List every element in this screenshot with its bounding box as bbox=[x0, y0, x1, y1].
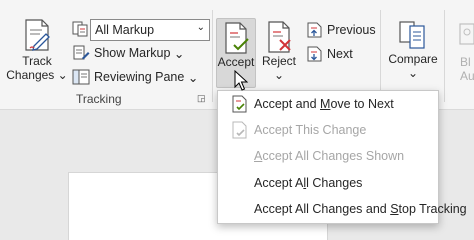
group-separator bbox=[380, 10, 381, 102]
next-change-icon bbox=[307, 46, 322, 62]
menu-item-accept-all-changes-shown[interactable]: Accept All Changes Shown bbox=[218, 143, 440, 169]
menu-item-accept-this-change[interactable]: Accept This Change bbox=[218, 117, 440, 143]
reject-button[interactable]: Reject ⌄ bbox=[260, 18, 298, 88]
show-markup-label: Show Markup bbox=[94, 46, 171, 60]
reject-icon bbox=[268, 21, 291, 53]
display-for-review-icon bbox=[72, 21, 88, 37]
block-authors-label-line1: Bl bbox=[460, 55, 471, 69]
block-authors-label-line2: Aut bbox=[460, 69, 474, 83]
track-changes-icon bbox=[25, 19, 50, 51]
markup-view-value: All Markup bbox=[95, 23, 155, 37]
group-separator bbox=[212, 10, 213, 102]
reject-label: Reject bbox=[261, 54, 296, 68]
compare-label: Compare bbox=[388, 52, 438, 66]
chevron-down-icon: ⌄ bbox=[407, 66, 419, 80]
chevron-down-icon: ⌄ bbox=[273, 68, 285, 82]
previous-change-icon bbox=[307, 22, 322, 38]
next-change-button[interactable]: Next bbox=[305, 44, 353, 64]
previous-label: Previous bbox=[327, 23, 376, 37]
markup-view-select[interactable]: All Markup ⌄ bbox=[90, 19, 210, 41]
dialog-launcher-icon[interactable]: ◲ bbox=[197, 93, 206, 104]
compare-button[interactable]: Compare ⌄ bbox=[388, 18, 438, 90]
reviewing-pane-label: Reviewing Pane bbox=[94, 70, 185, 84]
menu-item-label: Accept All Changes Shown bbox=[254, 149, 405, 163]
chevron-down-icon: ⌄ bbox=[173, 46, 185, 61]
show-markup-icon bbox=[73, 45, 90, 60]
track-changes-label-line1: Track bbox=[22, 54, 52, 68]
previous-change-button[interactable]: Previous bbox=[305, 20, 376, 40]
chevron-down-icon: ⌄ bbox=[196, 22, 205, 33]
block-authors-button[interactable]: Bl Aut bbox=[452, 18, 474, 90]
mouse-pointer-icon bbox=[234, 70, 248, 91]
block-authors-icon bbox=[459, 23, 474, 45]
track-changes-button[interactable]: Track Changes ⌄ bbox=[6, 18, 68, 90]
accept-menu: Accept and Move to Next Accept This Chan… bbox=[217, 90, 467, 224]
next-label: Next bbox=[327, 47, 353, 61]
menu-item-accept-and-move-to-next[interactable]: Accept and Move to Next bbox=[218, 91, 440, 117]
show-markup-button[interactable]: Show Markup ⌄ bbox=[72, 43, 184, 63]
tracking-group-label: Tracking bbox=[76, 92, 122, 106]
accept-and-move-icon bbox=[232, 95, 247, 113]
reviewing-pane-icon bbox=[72, 69, 90, 85]
menu-item-label: Accept This Change bbox=[254, 123, 367, 137]
accept-label: Accept bbox=[217, 55, 255, 69]
chevron-down-icon: ⌄ bbox=[187, 70, 199, 85]
menu-item-label: Accept All Changes bbox=[254, 176, 363, 190]
menu-item-accept-all-and-stop-tracking[interactable]: Accept All Changes and Stop Tracking bbox=[218, 196, 467, 222]
track-changes-label-line2: Changes bbox=[6, 68, 55, 82]
menu-item-accept-all-changes[interactable]: Accept All Changes bbox=[218, 170, 440, 196]
compare-icon bbox=[399, 21, 425, 49]
chevron-down-icon: ⌄ bbox=[57, 68, 68, 82]
menu-item-label: Accept All Changes and Stop Tracking bbox=[254, 202, 467, 216]
group-separator bbox=[444, 10, 445, 102]
reviewing-pane-button[interactable]: Reviewing Pane ⌄ bbox=[72, 67, 198, 87]
menu-item-label: Accept and Move to Next bbox=[254, 97, 394, 111]
accept-change-icon bbox=[232, 121, 247, 139]
accept-icon bbox=[225, 22, 249, 54]
